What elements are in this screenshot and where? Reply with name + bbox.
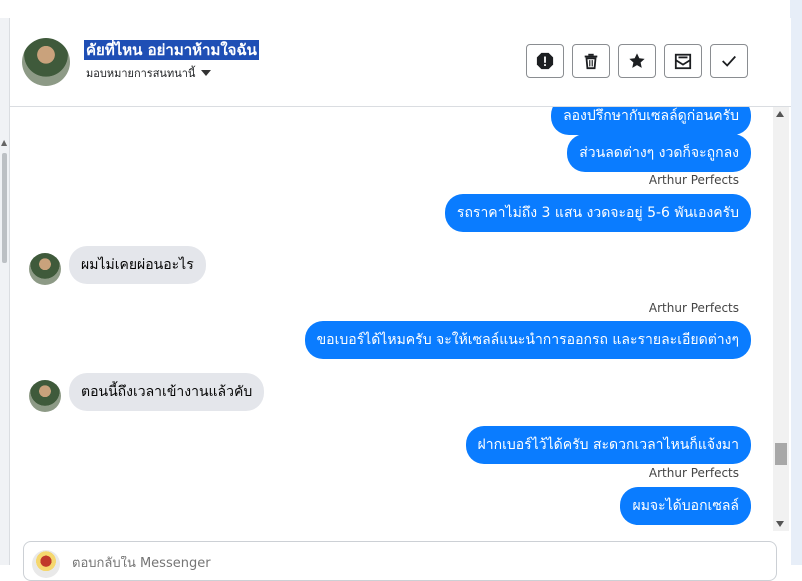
outgoing-message[interactable]: ส่วนลดต่างๆ งวดก็จะถูกลง bbox=[567, 134, 751, 172]
star-icon bbox=[629, 53, 645, 68]
scroll-down-icon[interactable] bbox=[776, 521, 784, 527]
page-avatar bbox=[32, 550, 60, 578]
outgoing-message[interactable]: ผมจะได้บอกเซลล์ bbox=[620, 487, 751, 525]
mark-done-button[interactable] bbox=[710, 44, 748, 78]
scrollbar-thumb[interactable] bbox=[775, 443, 787, 465]
left-scroll-up-icon[interactable]: ▲ bbox=[1, 138, 7, 147]
star-button[interactable] bbox=[618, 44, 656, 78]
sender-name: Arthur Perfects bbox=[648, 173, 739, 187]
assign-conversation-dropdown[interactable]: มอบหมายการสนทนานี้ bbox=[86, 64, 212, 82]
check-icon bbox=[722, 55, 736, 67]
outgoing-message[interactable]: ฝากเบอร์ไว้ได้ครับ สะดวกเวลาไหนก็แจ้งมา bbox=[465, 426, 751, 464]
conversation-header: คัยที่ไหน อย่ามาห้ามใจฉัน มอบหมายการสนทน… bbox=[10, 18, 791, 107]
sender-name: Arthur Perfects bbox=[648, 466, 739, 480]
right-edge bbox=[790, 0, 802, 565]
message-list[interactable]: ลองปรึกษากับเซลล์ดูก่อนครับ ส่วนลดต่างๆ … bbox=[10, 107, 771, 531]
report-icon bbox=[536, 52, 554, 70]
header-actions bbox=[526, 44, 748, 78]
top-strip bbox=[0, 0, 790, 19]
outgoing-message[interactable]: ขอเบอร์ได้ไหมครับ จะให้เซลล์แนะนำการออกร… bbox=[304, 321, 751, 359]
reply-input[interactable] bbox=[72, 556, 672, 571]
contact-avatar-small[interactable] bbox=[29, 253, 61, 285]
incoming-message[interactable]: ตอนนี้ถึงเวลาเข้างานแล้วคับ bbox=[69, 373, 265, 411]
caret-down-icon bbox=[201, 70, 212, 76]
left-sidebar-edge: ▲ bbox=[0, 18, 9, 565]
trash-icon bbox=[584, 53, 598, 70]
scroll-up-icon[interactable] bbox=[776, 111, 784, 117]
delete-button[interactable] bbox=[572, 44, 610, 78]
contact-name[interactable]: คัยที่ไหน อย่ามาห้ามใจฉัน bbox=[84, 40, 259, 60]
sender-name: Arthur Perfects bbox=[648, 301, 739, 315]
reply-composer[interactable] bbox=[23, 541, 777, 581]
incoming-message[interactable]: ผมไม่เคยผ่อนอะไร bbox=[69, 246, 206, 284]
conversation-panel: คัยที่ไหน อย่ามาห้ามใจฉัน มอบหมายการสนทน… bbox=[9, 18, 791, 581]
mark-unread-button[interactable] bbox=[664, 44, 702, 78]
assign-conversation-label: มอบหมายการสนทนานี้ bbox=[86, 67, 196, 80]
mark-unread-icon bbox=[674, 53, 692, 70]
contact-avatar[interactable] bbox=[22, 38, 70, 86]
contact-avatar-small[interactable] bbox=[29, 380, 61, 412]
left-scrollbar-thumb[interactable] bbox=[2, 153, 7, 263]
outgoing-message[interactable]: ลองปรึกษากับเซลล์ดูก่อนครับ bbox=[551, 107, 751, 135]
outgoing-message[interactable]: รถราคาไม่ถึง 3 แสน งวดจะอยู่ 5-6 พันเองค… bbox=[444, 194, 751, 232]
message-scrollbar[interactable] bbox=[773, 107, 789, 531]
report-button[interactable] bbox=[526, 44, 564, 78]
